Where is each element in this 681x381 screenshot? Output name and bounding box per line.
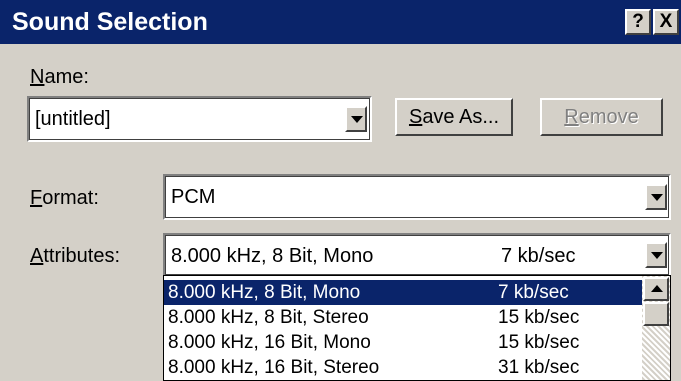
chevron-down-icon [351,116,363,123]
list-item[interactable]: 8.000 kHz, 8 Bit, Stereo 15 kb/sec [164,305,642,330]
chevron-down-icon [651,194,663,201]
list-item[interactable]: 8.000 kHz, 16 Bit, Mono 15 kb/sec [164,330,642,355]
attributes-label: Attributes: [30,244,120,268]
list-item-name: 8.000 kHz, 8 Bit, Mono [168,282,361,303]
format-label-mnemonic: F [30,187,43,209]
title-bar[interactable]: Sound Selection ? X [0,0,681,44]
close-button[interactable]: X [653,9,679,35]
name-value: [untitled] [35,108,111,130]
list-item-rate: 7 kb/sec [498,282,569,303]
attributes-dropdown-button[interactable] [645,242,667,268]
window-title: Sound Selection [12,8,208,36]
remove-button[interactable]: Remove [540,98,663,136]
attributes-label-text: ttributes: [43,245,121,267]
attributes-value-name: 8.000 kHz, 8 Bit, Mono [171,245,374,267]
save-as-label: ave As... [422,106,500,128]
attributes-value-rate: 7 kb/sec [501,245,576,267]
name-dropdown-button[interactable] [345,106,367,132]
arrow-up-icon [651,285,663,292]
format-dropdown-button[interactable] [645,184,667,210]
chevron-down-icon [651,252,663,259]
list-item-rate: 15 kb/sec [498,307,580,328]
scroll-up-button[interactable] [643,277,669,301]
format-value: PCM [171,186,216,208]
help-button[interactable]: ? [625,9,651,35]
remove-label: emove [578,106,639,128]
list-item[interactable]: 8.000 kHz, 16 Bit, Stereo 31 kb/sec [164,355,642,380]
list-item-rate: 15 kb/sec [498,332,580,353]
remove-mnemonic: R [564,106,579,128]
list-item[interactable]: 8.000 kHz, 8 Bit, Mono 7 kb/sec [164,280,642,305]
list-item-name: 8.000 kHz, 8 Bit, Stereo [168,307,369,328]
format-combobox[interactable]: PCM [163,174,671,220]
save-as-button[interactable]: Save As... [395,98,513,136]
format-label-text: ormat: [42,187,99,209]
format-label: Format: [30,186,99,210]
attributes-dropdown-list[interactable]: 8.000 kHz, 8 Bit, Mono 7 kb/sec 8.000 kH… [163,275,671,381]
name-combobox[interactable]: [untitled] [27,96,372,142]
list-item-name: 8.000 kHz, 16 Bit, Stereo [168,357,380,378]
list-item-rate: 31 kb/sec [498,357,580,378]
name-label-mnemonic: N [30,66,45,88]
save-as-mnemonic: S [408,106,423,128]
attributes-label-mnemonic: A [30,245,44,267]
list-item-name: 8.000 kHz, 16 Bit, Mono [168,332,371,353]
attributes-combobox[interactable]: 8.000 kHz, 8 Bit, Mono 7 kb/sec [163,233,671,277]
name-label-text: ame: [44,66,89,88]
name-label: Name: [30,65,89,89]
list-scrollbar[interactable] [642,276,670,380]
scroll-thumb[interactable] [643,302,669,326]
